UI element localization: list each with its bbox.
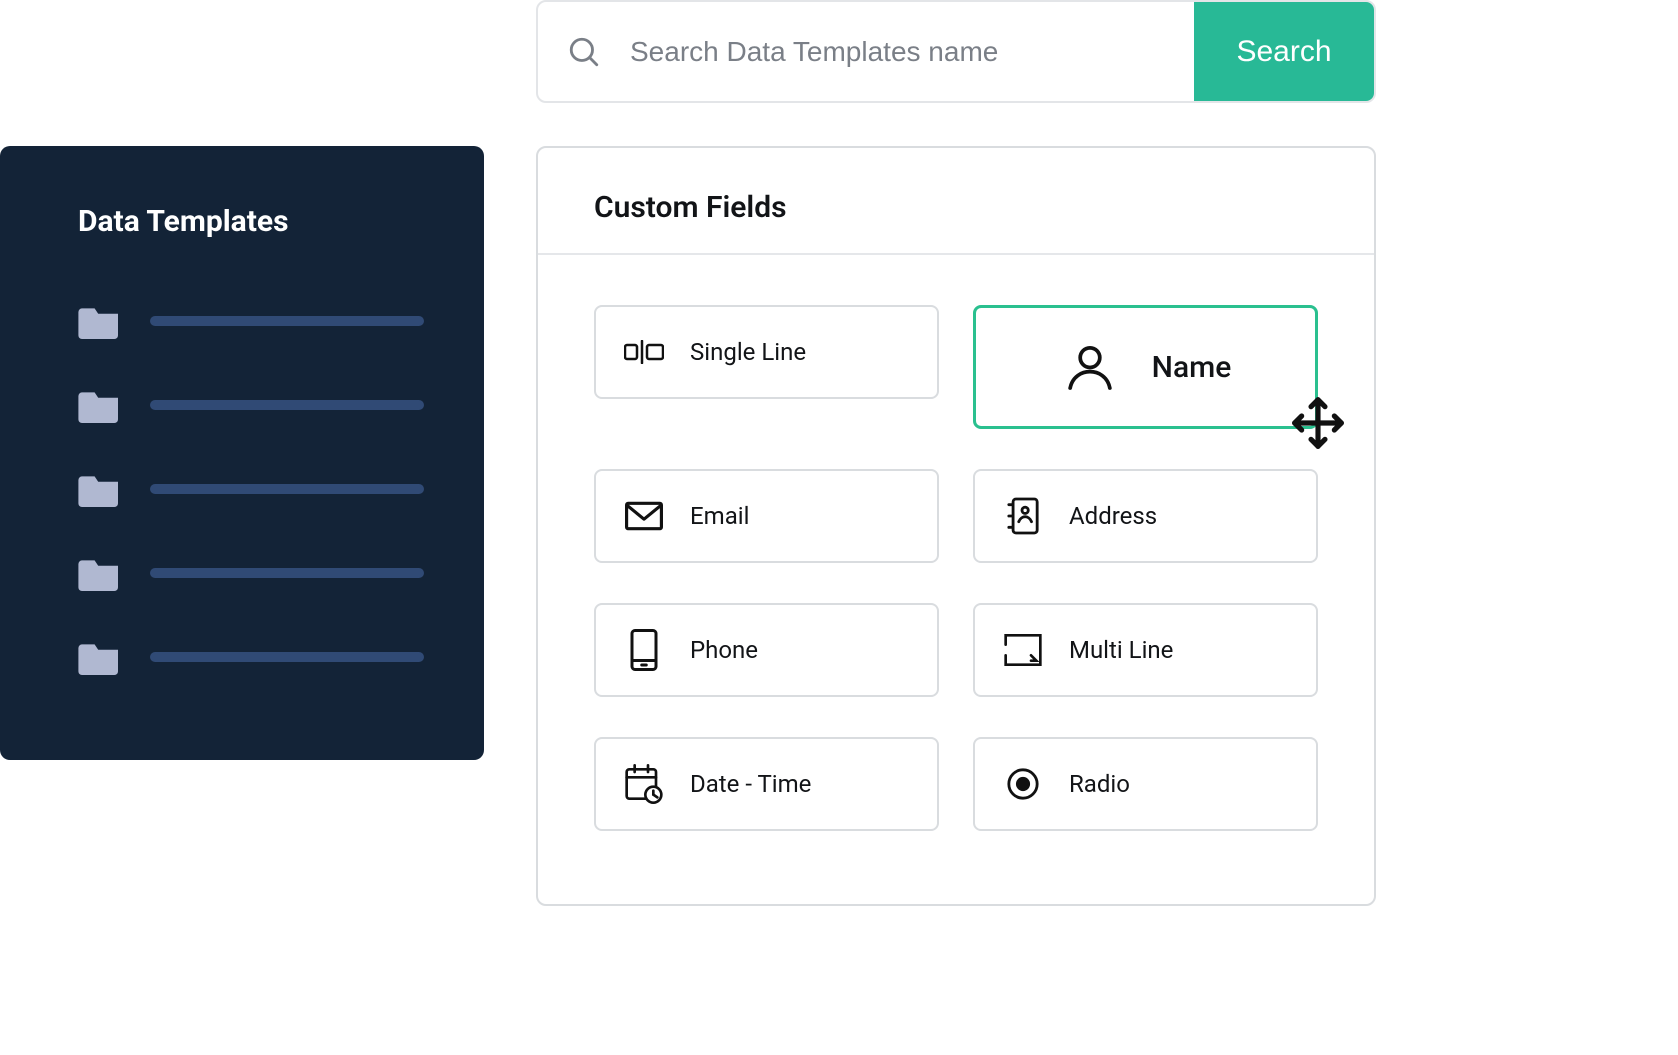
panel-header: Custom Fields: [538, 148, 1374, 255]
address-icon: [1003, 496, 1043, 536]
field-phone[interactable]: Phone: [594, 603, 939, 697]
folder-placeholder-line: [150, 316, 424, 326]
email-icon: [624, 496, 664, 536]
field-label: Address: [1069, 502, 1157, 530]
field-label: Multi Line: [1069, 636, 1173, 664]
folder-item[interactable]: [78, 303, 424, 339]
field-radio[interactable]: Radio: [973, 737, 1318, 831]
folder-item[interactable]: [78, 471, 424, 507]
folder-icon: [78, 471, 122, 507]
folder-placeholder-line: [150, 484, 424, 494]
datetime-icon: [624, 764, 664, 804]
sidebar-title: Data Templates: [78, 204, 424, 239]
folder-placeholder-line: [150, 400, 424, 410]
field-label: Date - Time: [690, 770, 811, 798]
field-label: Single Line: [690, 338, 806, 366]
custom-fields-panel: Custom Fields Single Line Name: [536, 146, 1376, 906]
sidebar-data-templates: Data Templates: [0, 146, 484, 760]
multiline-icon: [1003, 630, 1043, 670]
field-label: Name: [1152, 350, 1232, 385]
field-email[interactable]: Email: [594, 469, 939, 563]
search-icon: [538, 2, 630, 101]
folder-icon: [78, 555, 122, 591]
person-icon: [1060, 337, 1120, 397]
field-name[interactable]: Name: [973, 305, 1318, 429]
search-input[interactable]: [630, 2, 1194, 101]
field-label: Email: [690, 502, 749, 530]
panel-body: Single Line Name Email: [538, 255, 1374, 861]
folder-list: [78, 303, 424, 675]
field-label: Radio: [1069, 770, 1130, 798]
folder-item[interactable]: [78, 639, 424, 675]
folder-icon: [78, 303, 122, 339]
folder-icon: [78, 387, 122, 423]
folder-placeholder-line: [150, 568, 424, 578]
folder-item[interactable]: [78, 555, 424, 591]
field-date-time[interactable]: Date - Time: [594, 737, 939, 831]
folder-icon: [78, 639, 122, 675]
text-input-icon: [624, 332, 664, 372]
panel-title: Custom Fields: [594, 190, 1318, 225]
field-address[interactable]: Address: [973, 469, 1318, 563]
search-bar: Search: [536, 0, 1376, 103]
phone-icon: [624, 630, 664, 670]
folder-item[interactable]: [78, 387, 424, 423]
search-button[interactable]: Search: [1194, 2, 1374, 101]
field-multi-line[interactable]: Multi Line: [973, 603, 1318, 697]
folder-placeholder-line: [150, 652, 424, 662]
field-label: Phone: [690, 636, 758, 664]
radio-icon: [1003, 764, 1043, 804]
field-single-line[interactable]: Single Line: [594, 305, 939, 399]
